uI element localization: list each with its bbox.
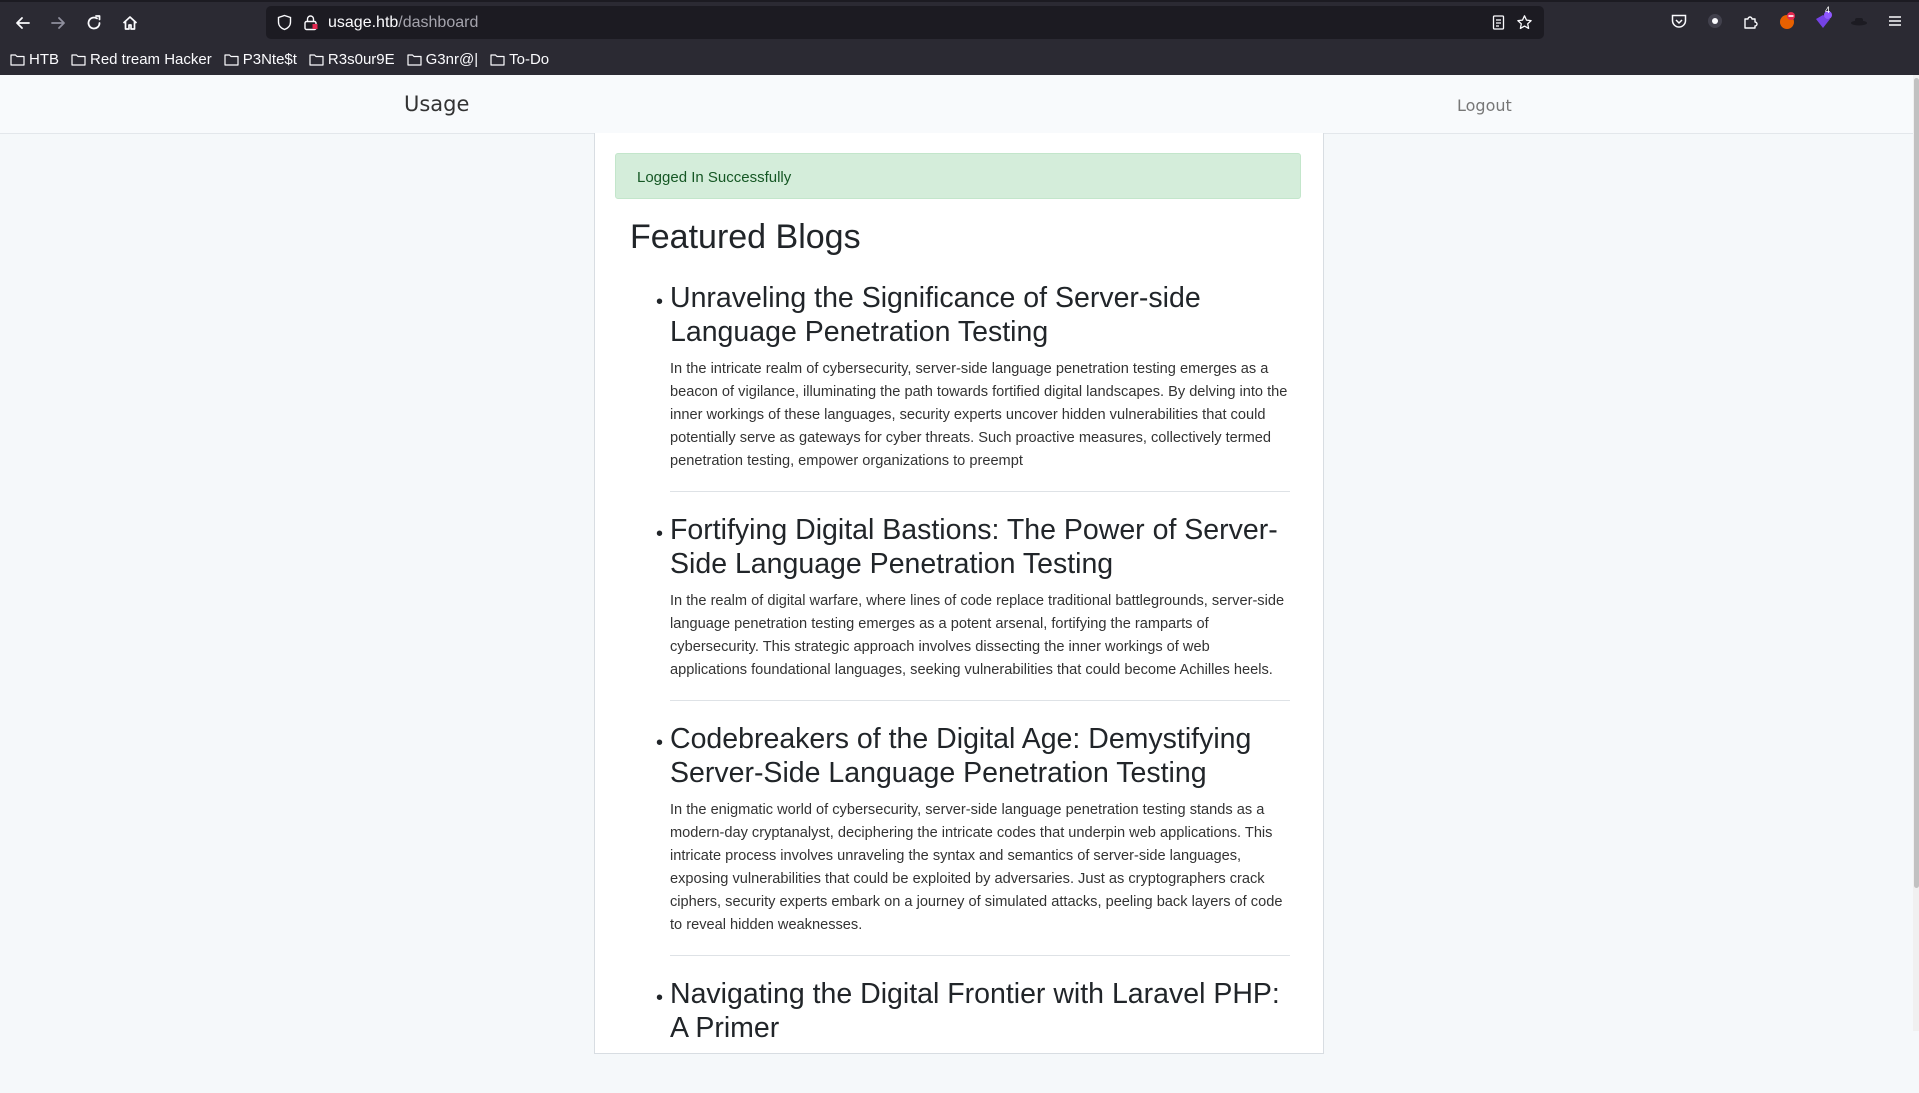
extension-dark-button[interactable] <box>1704 10 1726 32</box>
blog-title: Codebreakers of the Digital Age: Demysti… <box>670 723 1252 789</box>
folder-icon <box>10 53 25 66</box>
bookmark-folder-red-team[interactable]: Red tream Hacker <box>71 47 212 71</box>
blog-post: • Navigating the Digital Frontier with L… <box>656 977 1290 1072</box>
shield-icon[interactable] <box>276 14 293 31</box>
reload-button[interactable] <box>80 9 108 37</box>
extension-purple-button[interactable]: 4 <box>1812 5 1834 32</box>
bookmark-label: G3nr@| <box>425 50 479 68</box>
pocket-icon <box>1671 14 1687 28</box>
bookmarks-toolbar: HTB Red tream Hacker P3Nte$t R3s0ur9E G3… <box>0 47 1919 71</box>
address-bar[interactable]: usage.htb/dashboard <box>266 6 1544 39</box>
reader-view-icon[interactable] <box>1490 14 1507 31</box>
url-host: usage.htb <box>328 14 399 31</box>
home-icon <box>122 16 138 30</box>
brand-link[interactable]: Usage <box>404 92 469 116</box>
extensions-button[interactable] <box>1740 10 1762 32</box>
bookmark-folder-pentest[interactable]: P3Nte$t <box>224 47 297 71</box>
browser-toolbar: usage.htb/dashboard 4 HTB Red tream Hack… <box>0 0 1919 75</box>
blog-body <box>670 1054 1290 1072</box>
bookmark-folder-resource[interactable]: R3s0ur9E <box>309 47 395 71</box>
back-arrow-icon <box>16 17 30 29</box>
folder-icon <box>490 53 505 66</box>
url-path: /dashboard <box>398 14 479 31</box>
tab-strip-edge <box>0 0 1919 2</box>
extension-hat-button[interactable] <box>1848 10 1870 32</box>
list-bullet: • <box>656 987 664 1009</box>
app-menu-button[interactable] <box>1884 10 1906 32</box>
home-button[interactable] <box>116 9 144 37</box>
list-bullet: • <box>656 291 664 313</box>
extension-dark-icon <box>1708 14 1722 28</box>
list-bullet: • <box>656 732 664 754</box>
bookmark-label: Red tream Hacker <box>90 50 212 68</box>
logout-link[interactable]: Logout <box>1457 96 1512 115</box>
lock-icon[interactable] <box>302 14 319 31</box>
scrollbar-thumb[interactable] <box>1914 78 1919 888</box>
bookmark-label: P3Nte$t <box>242 50 297 68</box>
back-button[interactable] <box>9 9 37 37</box>
blog-list: • Unraveling the Significance of Server-… <box>656 281 1290 1093</box>
blog-body: In the intricate realm of cybersecurity,… <box>670 361 1288 469</box>
bookmark-label: R3s0ur9E <box>327 50 395 68</box>
extension-foxy-button[interactable] <box>1776 10 1798 32</box>
hat-icon <box>1851 18 1867 26</box>
list-bullet: • <box>656 523 664 545</box>
bookmark-label: To-Do <box>509 50 550 68</box>
reload-icon <box>87 15 101 30</box>
url-text[interactable]: usage.htb/dashboard <box>328 14 478 32</box>
blog-title: Navigating the Digital Frontier with Lar… <box>670 978 1280 1044</box>
folder-icon <box>407 53 422 66</box>
folder-icon <box>224 53 239 66</box>
site-navbar: Usage Logout <box>0 75 1919 134</box>
folder-icon <box>309 53 324 66</box>
blog-post: • Unraveling the Significance of Server-… <box>656 281 1290 492</box>
bookmark-folder-general[interactable]: G3nr@| <box>407 47 478 71</box>
puzzle-icon <box>1744 16 1758 29</box>
bookmark-folder-todo[interactable]: To-Do <box>490 47 549 71</box>
extension-badge: 4 <box>1825 5 1831 15</box>
blog-body: In the realm of digital warfare, where l… <box>670 593 1285 678</box>
forward-arrow-icon <box>51 17 65 29</box>
hamburger-menu-icon <box>1889 16 1901 26</box>
bookmark-label: HTB <box>29 50 59 68</box>
pocket-button[interactable] <box>1668 10 1690 32</box>
page-title: Featured Blogs <box>630 218 861 256</box>
success-alert: Logged In Successfully <box>615 153 1301 199</box>
blog-post: • Codebreakers of the Digital Age: Demys… <box>656 722 1290 956</box>
blog-title: Unraveling the Significance of Server-si… <box>670 282 1201 348</box>
dashboard-panel: Logged In Successfully Featured Blogs • … <box>594 133 1324 1054</box>
blog-post: • Fortifying Digital Bastions: The Power… <box>656 513 1290 701</box>
folder-icon <box>71 53 86 66</box>
forward-button[interactable] <box>44 9 72 37</box>
blog-body: In the enigmatic world of cybersecurity,… <box>670 802 1283 933</box>
fox-extension-icon <box>1780 12 1795 29</box>
blog-title: Fortifying Digital Bastions: The Power o… <box>670 514 1278 580</box>
bookmark-folder-htb[interactable]: HTB <box>10 47 59 71</box>
bookmark-star-icon[interactable] <box>1516 14 1533 31</box>
